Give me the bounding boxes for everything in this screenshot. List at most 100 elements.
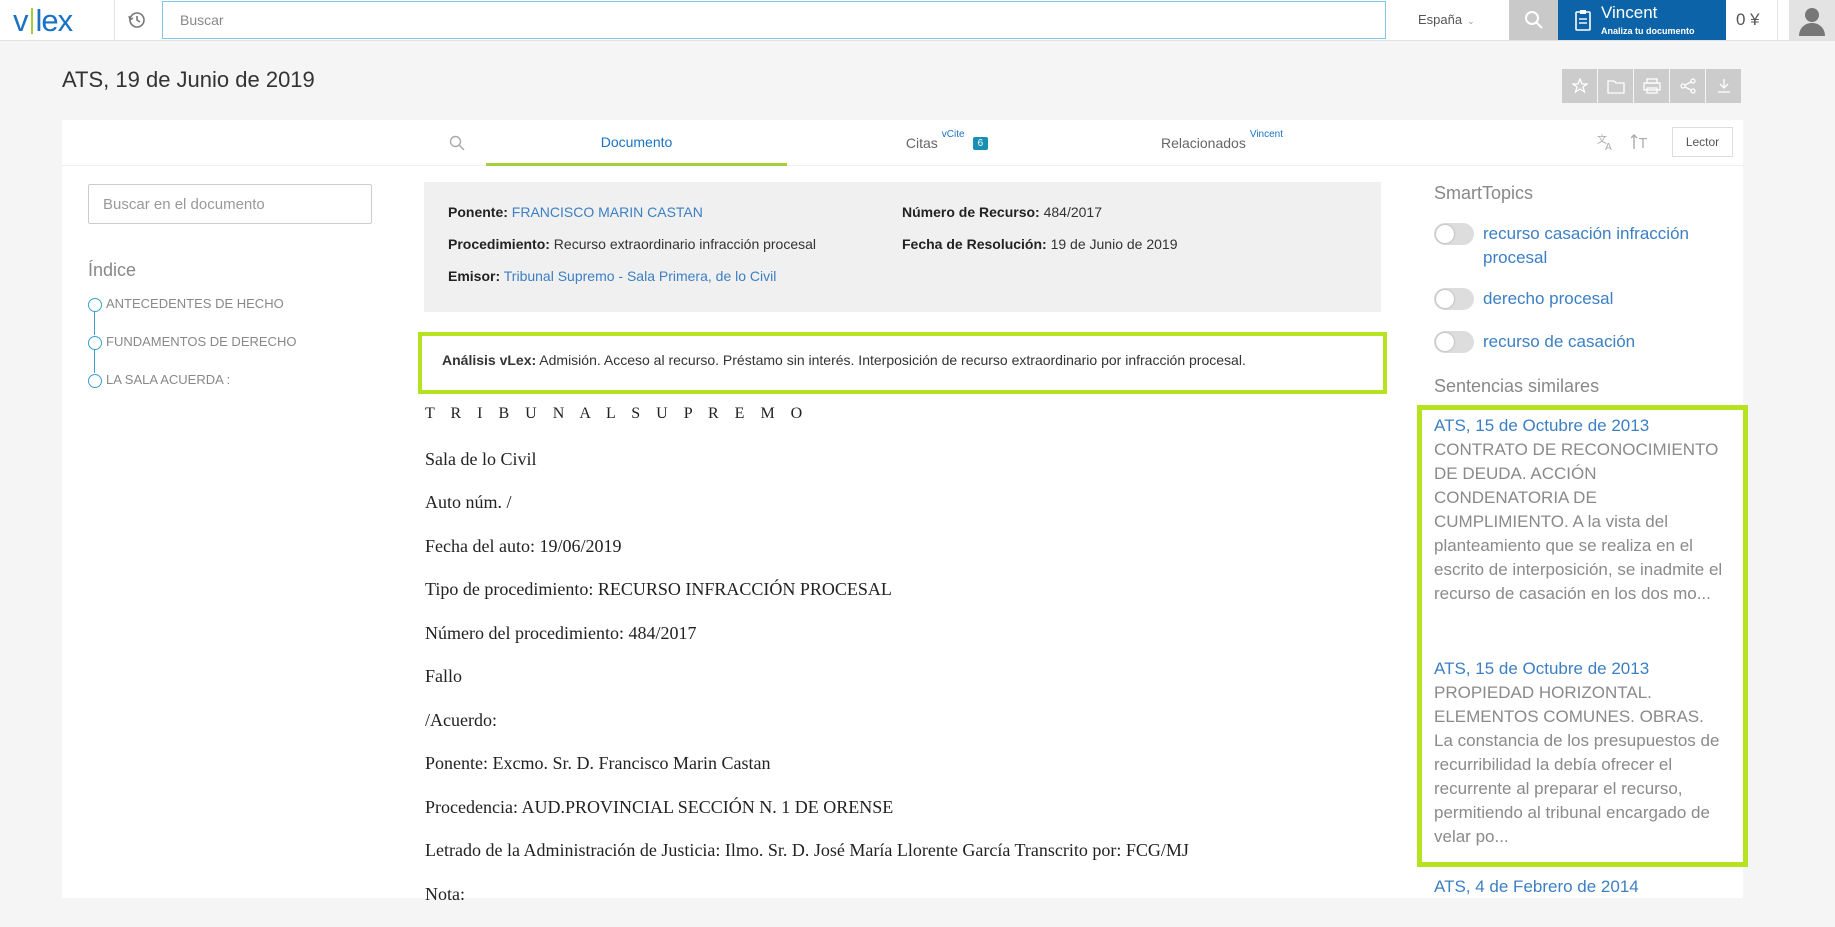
tab-relacionados[interactable]: RelacionadosVincent [1112,120,1332,166]
vincent-subtitle: Analiza tu documento [1601,26,1695,36]
ponente-label: Ponente: [448,204,508,220]
tab-citas-label: Citas [906,135,938,151]
smarttopic-toggle[interactable] [1434,331,1474,353]
document-line: Auto núm. / [425,492,1385,536]
share-icon [1680,78,1696,94]
document-line: Tipo de procedimiento: RECURSO INFRACCIÓ… [425,579,1385,623]
index-title: Índice [88,260,136,281]
document-line: Ponente: Excmo. Sr. D. Francisco Marin C… [425,753,1385,797]
smarttopic-toggle[interactable] [1434,288,1474,310]
vcite-label: vCite [942,129,965,140]
emisor-row: Emisor: Tribunal Supremo - Sala Primera,… [448,268,776,284]
tab-citas[interactable]: Citas vCite 6 [822,120,1072,166]
download-icon [1716,78,1732,94]
tab-search[interactable] [442,120,472,166]
similar-title-link[interactable]: ATS, 4 de Febrero de 2014 [1434,875,1724,899]
country-select[interactable]: España ⌄ [1418,12,1475,27]
smarttopic-link[interactable]: derecho procesal [1483,287,1713,311]
index-item[interactable]: ANTECEDENTES DE HECHO [88,296,296,334]
tab-bar: Documento Citas vCite 6 RelacionadosVincen… [62,120,1743,166]
tab-relacionados-label: Relacionados [1161,135,1246,151]
print-icon [1643,78,1661,94]
document-line: Número del procedimiento: 484/2017 [425,623,1385,667]
similar-title-link[interactable]: ATS, 15 de Octubre de 2013 [1434,414,1724,438]
svg-text:A: A [1605,142,1612,151]
credits-counter[interactable]: 0 ¥ [1736,10,1760,30]
emisor-label: Emisor: [448,268,500,284]
fecha-row: Fecha de Resolución: 19 de Junio de 2019 [902,236,1177,252]
smarttopic-item: derecho procesal [1434,287,1713,311]
similar-description: CONTRATO DE RECONOCIMIENTO DE DEUDA. ACC… [1434,438,1724,606]
document-line: Letrado de la Administración de Justicia… [425,840,1385,884]
folder-icon [1607,78,1625,94]
document-body: T R I B U N A L S U P R E M O Sala de lo… [425,405,1385,927]
search-icon [449,135,465,151]
index-list: ANTECEDENTES DE HECHO FUNDAMENTOS DE DER… [88,296,296,410]
clipboard-icon [1575,9,1591,31]
svg-text:T: T [1638,137,1647,151]
similar-item: ATS, 4 de Febrero de 2014 [1434,875,1724,899]
tab-documento-label: Documento [601,134,673,150]
smarttopic-item: recurso de casación [1434,330,1713,354]
search-icon [1524,10,1544,30]
document-line: /Acuerdo: [425,710,1385,754]
vincent-title: Vincent [1601,3,1657,23]
document-line: Fecha del auto: 19/06/2019 [425,536,1385,580]
smarttopic-link[interactable]: recurso de casación [1483,330,1713,354]
document-metadata: Ponente: FRANCISCO MARIN CASTAN Procedim… [424,182,1381,312]
font-size-icon[interactable]: T [1631,133,1649,155]
document-search-input[interactable] [88,184,372,224]
vlex-logo[interactable]: vlex [13,3,72,39]
similares-title: Sentencias similares [1434,376,1599,397]
document-line: T R I B U N A L S U P R E M O [425,405,1385,449]
emisor-link[interactable]: Tribunal Supremo - Sala Primera, de lo C… [504,268,777,284]
index-item[interactable]: LA SALA ACUERDA : [88,372,296,410]
citas-count-badge: 6 [973,137,989,150]
similar-item: ATS, 15 de Octubre de 2013 CONTRATO DE R… [1434,414,1724,606]
smarttopic-item: recurso casación infracción procesal [1434,222,1713,270]
numero-label: Número de Recurso: [902,204,1040,220]
index-item[interactable]: FUNDAMENTOS DE DERECHO [88,334,296,372]
vincent-button[interactable]: Vincent Analiza tu documento [1558,0,1726,40]
ponente-row: Ponente: FRANCISCO MARIN CASTAN [448,204,703,220]
analysis-label: Análisis vLex: [442,352,536,368]
print-button[interactable] [1634,69,1669,103]
procedimiento-value: Recurso extraordinario infracción proces… [554,236,816,252]
numero-row: Número de Recurso: 484/2017 [902,204,1102,220]
document-line: Fallo [425,666,1385,710]
fecha-value: 19 de Junio de 2019 [1051,236,1178,252]
procedimiento-row: Procedimiento: Recurso extraordinario in… [448,236,816,252]
document-card: Documento Citas vCite 6 RelacionadosVincen… [62,120,1743,898]
avatar[interactable] [1789,0,1835,40]
document-line: Procedencia: AUD.PROVINCIAL SECCIÓN N. 1… [425,797,1385,841]
history-icon[interactable] [127,10,147,30]
share-button[interactable] [1670,69,1705,103]
similar-description: PROPIEDAD HORIZONTAL. ELEMENTOS COMUNES.… [1434,681,1724,849]
download-button[interactable] [1706,69,1741,103]
save-folder-button[interactable] [1598,69,1633,103]
favorite-button[interactable] [1562,69,1597,103]
fecha-label: Fecha de Resolución: [902,236,1047,252]
translate-icon[interactable]: 文A [1597,133,1615,155]
tab-documento[interactable]: Documento [486,120,787,166]
analysis-text: Admisión. Acceso al recurso. Préstamo si… [539,352,1246,368]
document-line: Sala de lo Civil [425,449,1385,493]
document-actions [1562,69,1741,103]
chevron-down-icon: ⌄ [1467,16,1475,26]
search-button[interactable] [1509,0,1558,40]
lector-button[interactable]: Lector [1672,127,1733,157]
ponente-link[interactable]: FRANCISCO MARIN CASTAN [512,204,703,220]
search-input[interactable] [162,1,1386,39]
user-icon [1797,4,1827,36]
numero-value: 484/2017 [1044,204,1102,220]
analysis-box: Análisis vLex: Admisión. Acceso al recur… [418,332,1387,394]
country-label: España [1418,12,1462,27]
top-bar: vlex España ⌄ Vincent Analiza tu document… [0,0,1835,41]
divider [1777,0,1778,41]
smarttopic-link[interactable]: recurso casación infracción procesal [1483,222,1713,270]
document-line: Nota: [425,884,1385,927]
smarttopic-toggle[interactable] [1434,223,1474,245]
similar-title-link[interactable]: ATS, 15 de Octubre de 2013 [1434,657,1724,681]
divider [114,0,115,41]
similar-item: ATS, 15 de Octubre de 2013 PROPIEDAD HOR… [1434,657,1724,849]
